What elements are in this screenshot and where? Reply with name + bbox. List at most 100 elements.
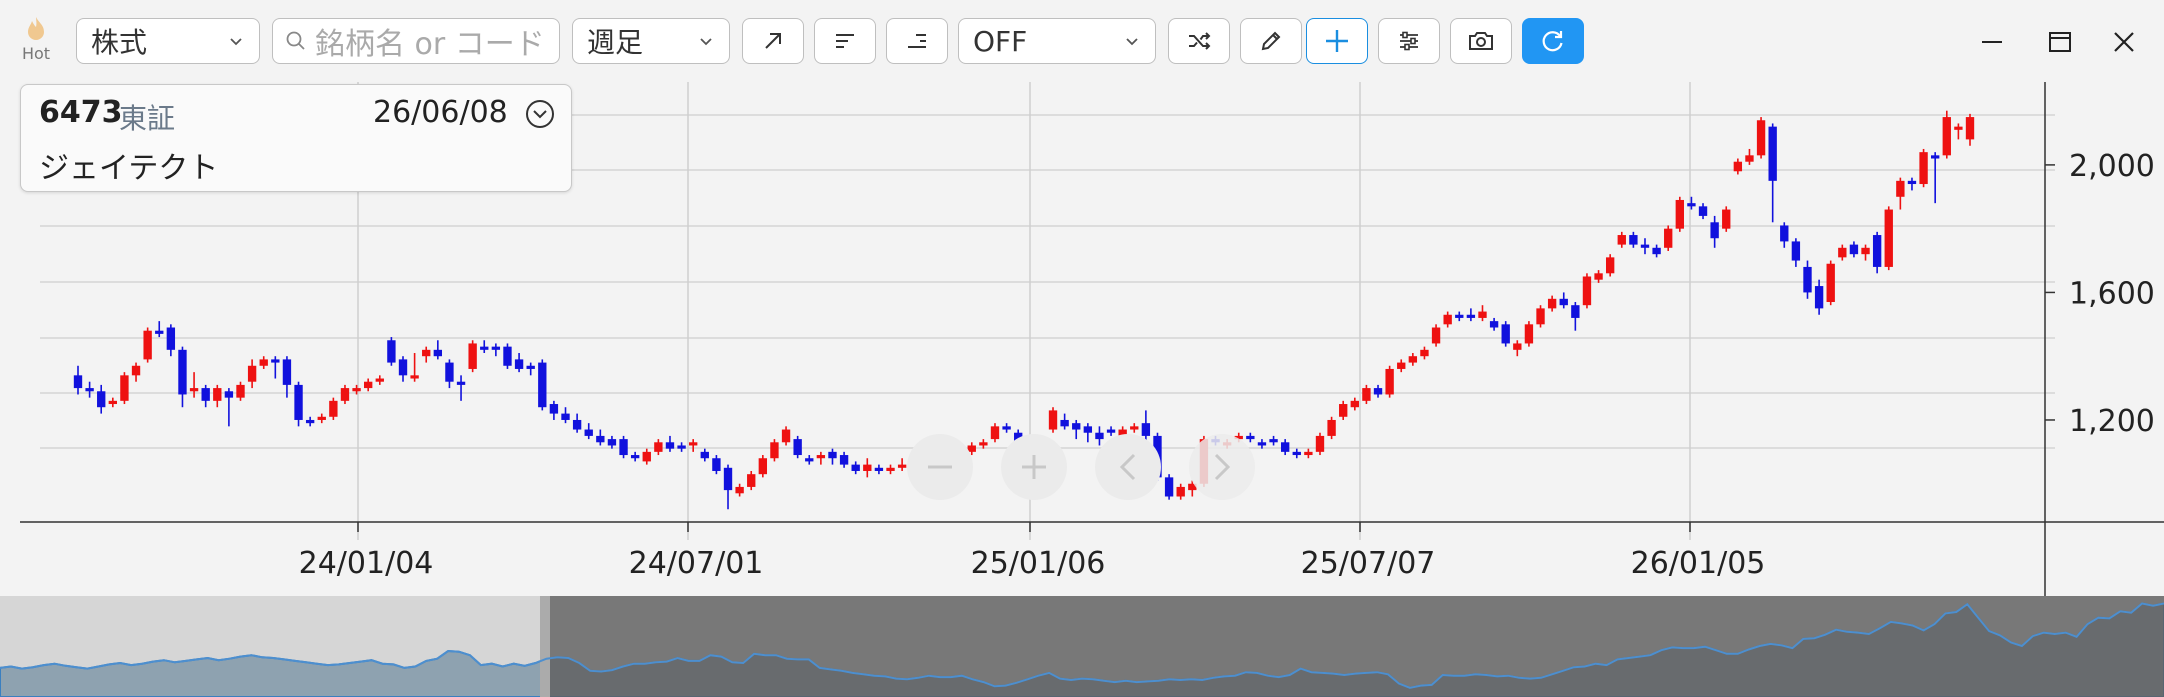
candle: [689, 439, 698, 452]
candle-body: [1872, 235, 1882, 267]
candle: [607, 435, 617, 449]
candle: [143, 327, 152, 363]
candle: [1559, 292, 1568, 309]
candle: [654, 439, 663, 456]
search-input[interactable]: 銘柄名 or コード: [272, 18, 560, 64]
close-button[interactable]: [2104, 22, 2144, 62]
screenshot-button[interactable]: [1450, 18, 1512, 64]
candle-body: [375, 378, 384, 382]
candle: [305, 416, 315, 427]
chevron-down-circle-icon[interactable]: [523, 97, 557, 131]
candle: [468, 340, 477, 373]
candle-body: [1524, 324, 1534, 344]
candle-body: [131, 365, 141, 376]
candle: [364, 378, 373, 392]
candle: [1942, 110, 1951, 159]
candle: [1664, 225, 1673, 251]
candle: [1373, 384, 1383, 398]
candle-body: [538, 362, 547, 408]
candle: [1652, 244, 1661, 258]
scroll-left-button[interactable]: [1095, 434, 1161, 500]
shuffle-button[interactable]: [1168, 18, 1230, 64]
candle: [456, 375, 466, 401]
period-select[interactable]: 週足: [572, 18, 730, 64]
candle-body: [1385, 368, 1394, 395]
candle-body: [1652, 247, 1661, 255]
candle-body: [747, 474, 756, 487]
candle: [120, 372, 129, 405]
candle-body: [619, 439, 628, 456]
candle: [677, 442, 686, 452]
candle: [329, 397, 338, 420]
minimize-button[interactable]: [1972, 22, 2012, 62]
x-tick-label: 26/01/05: [1631, 546, 1766, 581]
candle: [73, 365, 83, 395]
align-left-button[interactable]: [814, 18, 876, 64]
candle-body: [166, 327, 176, 350]
candle-body: [305, 419, 315, 424]
candle: [1304, 448, 1313, 459]
candle: [1756, 117, 1766, 159]
period-select-value: 週足: [587, 26, 644, 59]
candle-body: [271, 359, 280, 363]
candle-body: [735, 486, 744, 494]
candle: [1269, 435, 1278, 446]
candle: [874, 464, 884, 475]
candle: [433, 340, 443, 360]
candle: [700, 448, 709, 462]
crosshair-button[interactable]: [1306, 18, 1368, 64]
candle: [979, 439, 988, 449]
candle-body: [990, 426, 1000, 440]
settings-button[interactable]: [1378, 18, 1440, 64]
candle: [747, 470, 756, 491]
candle-body: [1315, 435, 1325, 452]
candle-body: [456, 381, 466, 385]
stock-info-card: 6473 東証 26/06/08 ジェイテクト: [20, 84, 572, 192]
candle: [1466, 308, 1476, 322]
scroll-right-button[interactable]: [1189, 434, 1255, 500]
candle-body: [1350, 400, 1359, 408]
zoom-out-button[interactable]: [907, 434, 973, 500]
candle: [863, 458, 872, 478]
candle-body: [73, 375, 83, 389]
candle: [1733, 158, 1743, 175]
candle: [630, 451, 640, 462]
indicator-select[interactable]: OFF: [958, 18, 1156, 64]
candle: [236, 381, 245, 401]
candle-body: [224, 391, 234, 398]
market-select[interactable]: 株式: [76, 18, 260, 64]
stock-market: 東証: [119, 102, 176, 135]
zoom-in-button[interactable]: [1001, 434, 1067, 500]
hot-button[interactable]: Hot: [14, 14, 58, 70]
align-right-button[interactable]: [886, 18, 948, 64]
range-navigator[interactable]: [0, 596, 2164, 697]
candle: [1791, 238, 1801, 267]
candle-body: [1664, 228, 1673, 248]
candle-body: [1478, 311, 1487, 318]
candle-body: [1431, 327, 1441, 344]
refresh-button[interactable]: [1522, 18, 1584, 64]
candle: [1397, 359, 1406, 373]
navigator-left-handle[interactable]: [540, 596, 550, 697]
candle: [897, 458, 907, 471]
candle: [1629, 231, 1638, 248]
align-left-icon: [836, 34, 854, 48]
maximize-button[interactable]: [2040, 22, 2080, 62]
candle: [1617, 231, 1626, 248]
candle-body: [422, 349, 431, 357]
stock-name: ジェイテクト: [39, 151, 219, 186]
candle-body: [700, 451, 709, 459]
candle: [828, 448, 837, 465]
candle: [247, 359, 257, 389]
candle-body: [1130, 426, 1139, 430]
trendline-button[interactable]: [742, 18, 804, 64]
candle: [1141, 410, 1151, 443]
candle: [990, 423, 1000, 443]
navigator-selected-window[interactable]: [550, 596, 2164, 697]
candle-body: [1489, 321, 1499, 328]
candle-body: [572, 419, 582, 430]
candle-body: [189, 388, 199, 392]
draw-button[interactable]: [1240, 18, 1302, 64]
candle-body: [851, 464, 860, 471]
candle-body: [1559, 298, 1568, 306]
